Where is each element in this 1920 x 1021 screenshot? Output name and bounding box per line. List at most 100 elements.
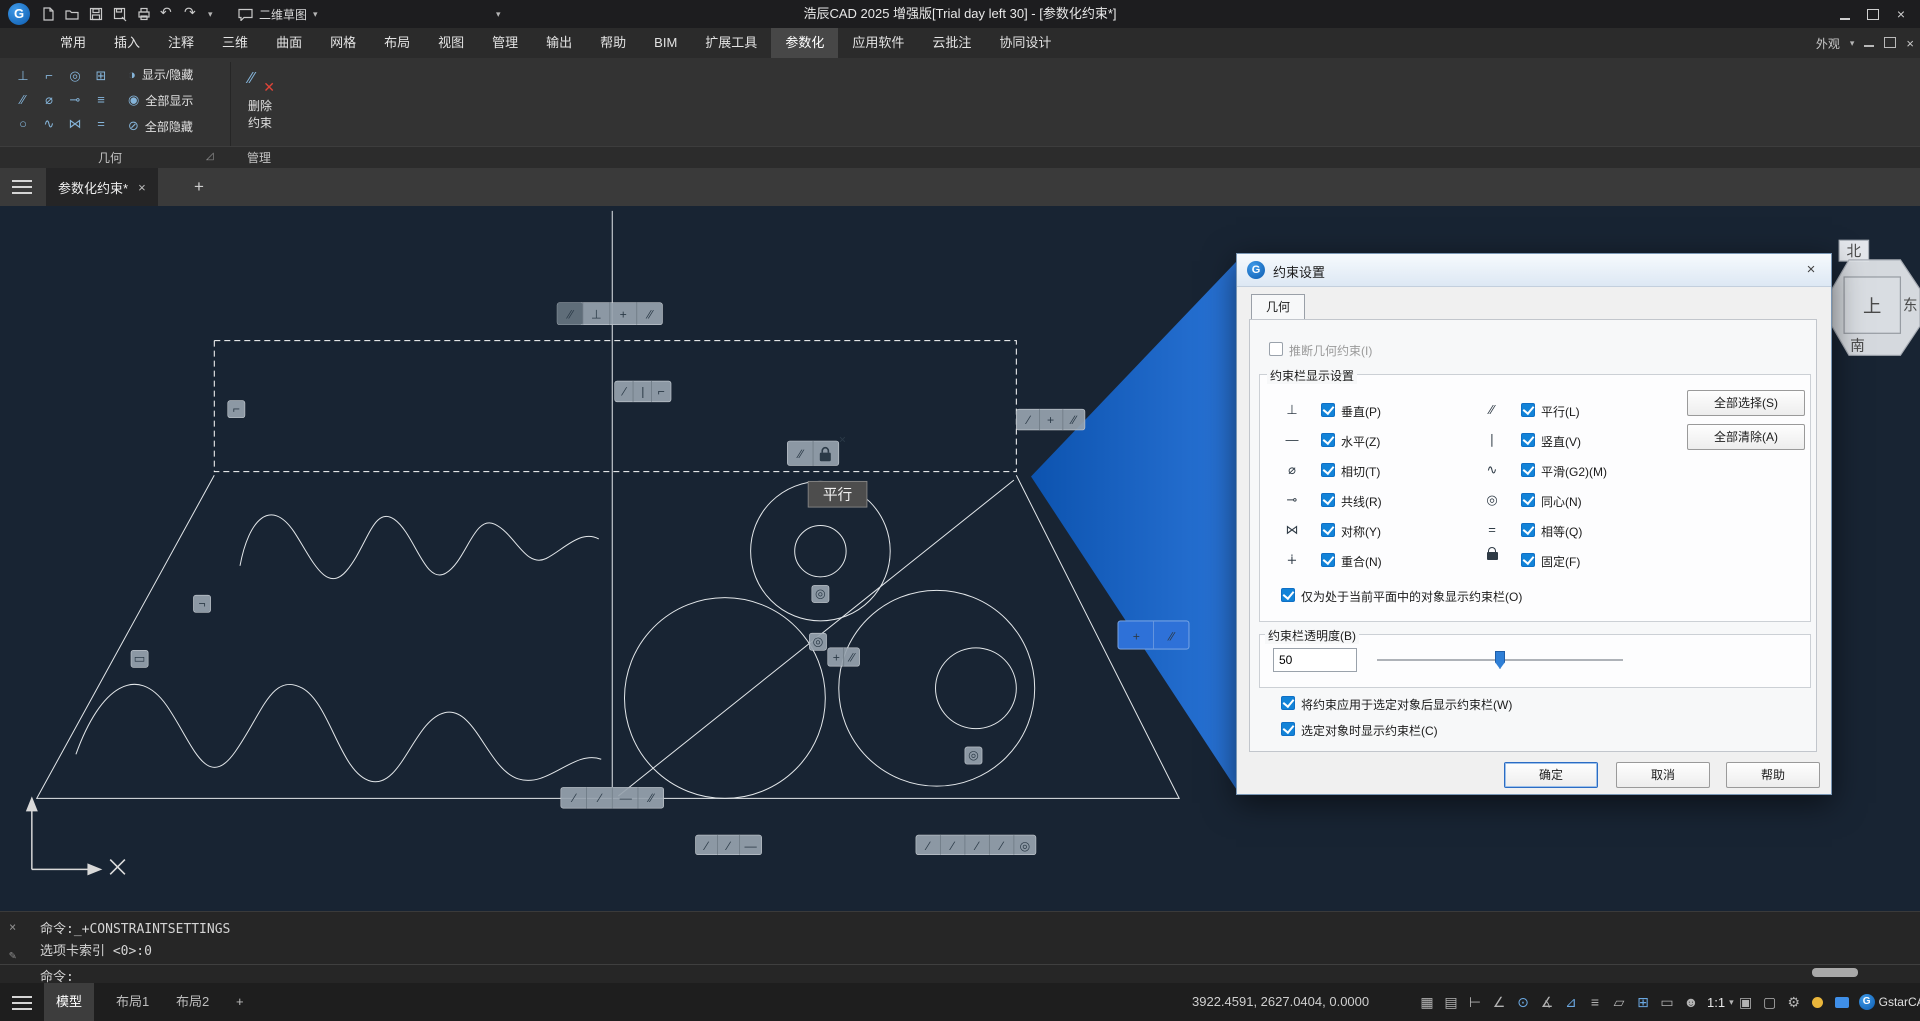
model-tab[interactable]: 模型 [44,983,94,1021]
constraint-badge-concentric[interactable]: ◎ [812,585,829,602]
minimize-button[interactable] [1834,7,1856,21]
selected-rectangle[interactable] [214,341,1016,472]
ribbon-tab-parametric[interactable]: 参数化 [771,28,838,58]
constraint-badge[interactable]: ∕ ∕ — ∕∕ [561,787,664,808]
command-line-panel[interactable]: × ✎ 命令:_+CONSTRAINTSETTINGS 选项卡索引 <0>:0 … [0,911,1920,984]
constraint-bar-toolbar[interactable]: ∕∕ ⊥ + ∕∕ [557,303,662,325]
show-on-select-checkbox[interactable] [1281,722,1295,736]
dialog-titlebar[interactable]: G 约束设置 × [1237,254,1831,287]
workspace-user-icon[interactable]: ☻ [1679,994,1703,1010]
smooth-constraint-icon[interactable]: ○ [10,112,36,136]
layout1-tab[interactable]: 布局1 [104,983,161,1021]
trapezoid-outline[interactable] [37,475,1179,798]
view-cube-south-label[interactable]: 南 [1850,337,1865,354]
annotation-scale[interactable]: 1:1 [1707,995,1725,1010]
grid-icon[interactable]: ▦ [1415,994,1439,1011]
checkbox-perpendicular[interactable] [1321,403,1335,417]
constraint-badge[interactable]: ▭ [131,650,148,667]
checkbox-vertical[interactable] [1521,433,1535,447]
perpendicular-constraint-icon[interactable]: ⊥ [10,64,36,88]
new-document-tab-button[interactable]: + [186,174,212,200]
ribbon-tab-express[interactable]: 扩展工具 [691,28,771,58]
constraint-badge[interactable]: ∕ ∕ — [696,835,762,855]
constraint-badge[interactable]: ∕ + ∕∕ [1016,409,1085,430]
constraint-badge[interactable]: ∕ ∕ ∕ ∕ ◎ [916,835,1036,855]
checkbox-parallel[interactable] [1521,403,1535,417]
constraint-badge-concentric[interactable]: ◎ [965,747,982,764]
redo-icon[interactable]: ↷ [184,4,196,21]
tab-geometry[interactable]: 几何 [1251,294,1305,320]
ribbon-tab-manage[interactable]: 管理 [478,28,532,58]
help-button[interactable]: 帮助 [1726,762,1820,788]
app-logo-icon[interactable]: G [8,3,30,25]
constraint-badge-concentric[interactable]: ◎ [809,633,826,650]
clean-screen-icon[interactable]: ▢ [1758,994,1782,1011]
checkbox-horizontal[interactable] [1321,433,1335,447]
ribbon-tab-surface[interactable]: 曲面 [262,28,316,58]
isolate-objects-icon[interactable]: ▣ [1734,994,1758,1011]
ribbon-tab-apps[interactable]: 应用软件 [838,28,918,58]
spline-lower[interactable] [76,684,601,781]
maximize-button[interactable] [1862,7,1884,21]
only-current-plane-checkbox[interactable] [1281,588,1295,602]
close-button[interactable]: × [1890,7,1912,21]
vertical-constraint-icon[interactable]: = [88,112,114,136]
doc-minimize-button[interactable] [1864,36,1874,50]
parallel-constraint-icon[interactable]: ∕∕ [10,88,36,112]
command-pencil-icon[interactable]: ✎ [9,948,16,962]
annotation-icon[interactable]: ▭ [1655,994,1679,1011]
snap-icon[interactable]: ▤ [1439,994,1463,1011]
add-layout-button[interactable]: + [224,983,256,1021]
select-all-button[interactable]: 全部选择(S) [1687,390,1805,416]
toolbar-more-caret-icon[interactable]: ▾ [496,9,501,20]
ribbon-tab-bim[interactable]: BIM [640,28,691,58]
ribbon-tab-3d[interactable]: 三维 [208,28,262,58]
workspace-switcher[interactable]: 二维草图 ▾ [238,3,318,25]
selection-cycling-icon[interactable]: ⊞ [1631,994,1655,1011]
status-menu-icon[interactable] [12,996,32,1010]
delete-constraint-button[interactable]: ∕∕ ✕ 删除 约束 [236,64,284,146]
constraint-badge[interactable]: ∕ | ⌐ [615,381,671,402]
polar-tracking-icon[interactable]: ∠ [1487,994,1511,1011]
circle-large-left[interactable] [624,598,825,799]
concentric-constraint-icon[interactable]: ◎ [62,64,88,88]
ribbon-tab-cloud-markup[interactable]: 云批注 [918,28,985,58]
clear-all-button[interactable]: 全部清除(A) [1687,424,1805,450]
save-icon[interactable] [88,6,104,22]
infer-constraints-checkbox[interactable] [1269,342,1283,356]
circle-inner-top[interactable] [795,525,846,576]
cancel-button[interactable]: 取消 [1616,762,1710,788]
plot-printer-icon[interactable] [136,6,152,22]
apply-after-select-checkbox[interactable] [1281,696,1295,710]
ribbon-tab-help[interactable]: 帮助 [586,28,640,58]
equal-constraint-icon[interactable]: ≡ [88,88,114,112]
constraint-badge[interactable]: + ∕∕ [828,648,860,666]
dynamic-input-icon[interactable]: ⊿ [1559,994,1583,1011]
fix-constraint-icon[interactable]: ⊞ [88,64,114,88]
horizontal-constraint-icon[interactable]: ⌐ [36,64,62,88]
view-cube-north-label[interactable]: 北 [1847,243,1862,260]
ribbon-tab-collaboration[interactable]: 协同设计 [985,28,1065,58]
ortho-icon[interactable]: ⊢ [1463,994,1487,1011]
constraint-badge[interactable]: ⌐ [228,401,245,418]
spline-upper[interactable] [240,515,599,579]
coincident-constraint-icon[interactable]: ∿ [36,112,62,136]
command-scrollbar-thumb[interactable] [1812,968,1858,977]
collinear-constraint-icon[interactable]: ⊸ [62,88,88,112]
checkbox-tangent[interactable] [1321,463,1335,477]
command-close-icon[interactable]: × [9,920,16,934]
ribbon-tab-layout[interactable]: 布局 [370,28,424,58]
transparency-icon[interactable]: ▱ [1607,994,1631,1011]
symmetric-constraint-icon[interactable]: ⋈ [62,112,88,136]
layout2-tab[interactable]: 布局2 [164,983,221,1021]
tangent-constraint-icon[interactable]: ⌀ [36,88,62,112]
settings-gear-icon[interactable]: ⚙ [1782,994,1806,1011]
document-tab-active[interactable]: 参数化约束* × [46,168,158,206]
lineweight-icon[interactable]: ≡ [1583,994,1607,1010]
new-file-icon[interactable] [40,6,56,22]
view-cube-up-label[interactable]: 上 [1863,295,1881,316]
view-cube[interactable]: 北 东 南 上 [1832,240,1920,355]
manage-panel-label[interactable]: 管理 [232,147,286,169]
ribbon-tab-view[interactable]: 视图 [424,28,478,58]
doc-restore-button[interactable] [1884,35,1896,51]
